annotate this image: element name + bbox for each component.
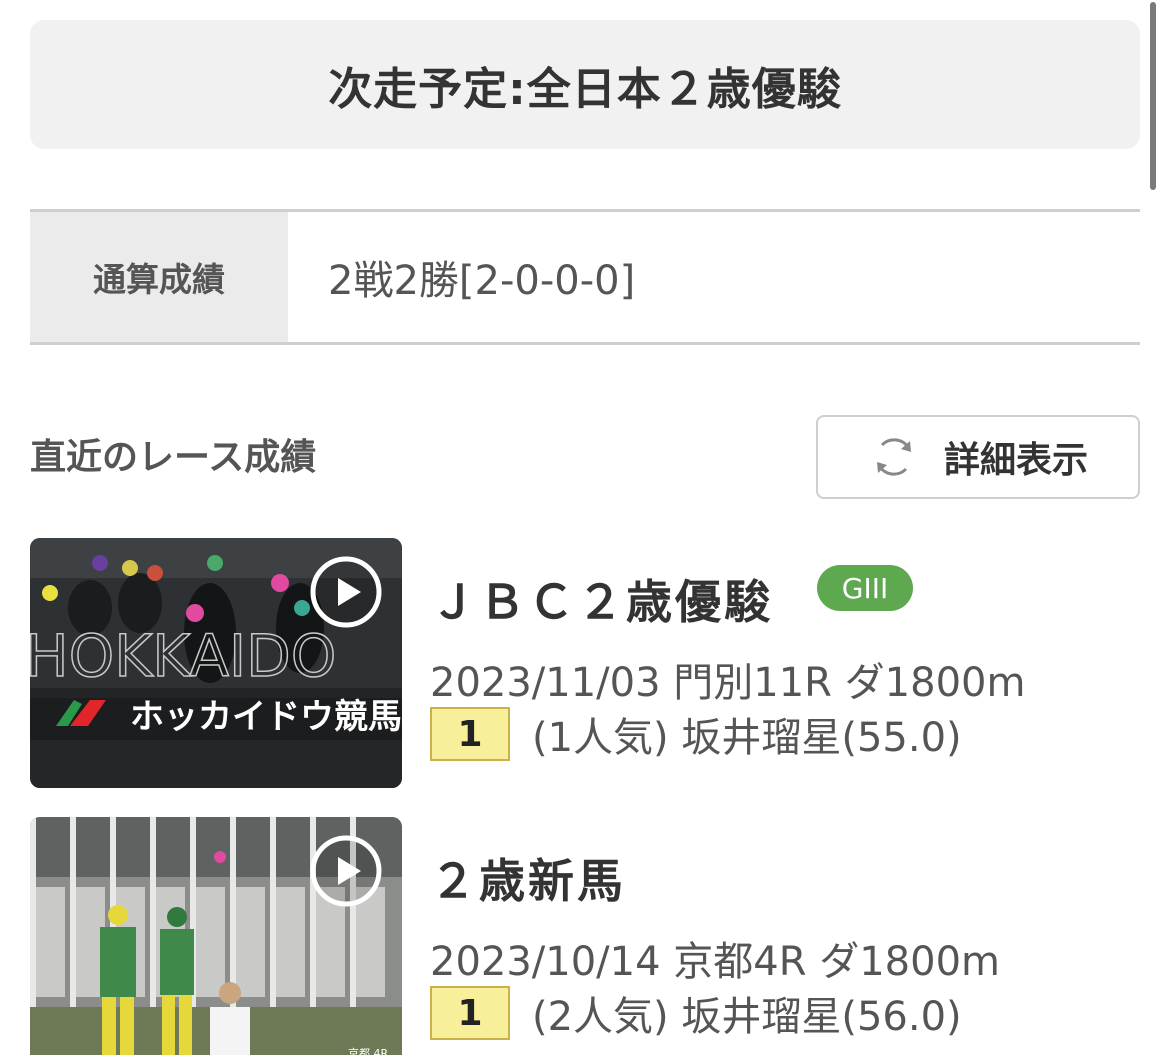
next-race-label: 次走予定:全日本２歳優駿 [328, 63, 842, 115]
race-result-text: (2人気) 坂井瑠星(56.0) [532, 994, 962, 1040]
play-icon[interactable] [308, 833, 384, 909]
race-result-text: (1人気) 坂井瑠星(55.0) [532, 715, 962, 761]
page: 次走予定:全日本２歳優駿 通算成績 2戦2勝[2-0-0-0] 直近のレース成績… [0, 0, 1170, 1055]
finish-rank-badge: 1 [430, 707, 510, 761]
race-video-thumbnail[interactable]: 京都 4R [30, 817, 402, 1055]
grade-badge: GIII [817, 565, 913, 611]
race-meta: 2023/11/03 門別11R ダ1800m [430, 660, 1026, 706]
detail-view-button-label: 詳細表示 [943, 440, 1088, 481]
next-race-banner: 次走予定:全日本２歳優駿 [30, 20, 1140, 149]
scrollbar-thumb[interactable] [1150, 2, 1156, 190]
race-video-thumbnail[interactable]: HOKKAIDO ホッカイドウ競馬 [30, 538, 402, 788]
scrollbar[interactable] [1150, 0, 1164, 1055]
career-stats-value: 2戦2勝[2-0-0-0] [328, 258, 636, 304]
race-result-row: 1 (2人気) 坂井瑠星(56.0) [430, 984, 962, 1042]
race-title-row: ２歳新馬 [430, 845, 626, 911]
race-meta: 2023/10/14 京都4R ダ1800m [430, 939, 1000, 985]
career-stats-row: 通算成績 2戦2勝[2-0-0-0] [30, 209, 1140, 345]
recent-results-title: 直近のレース成績 [30, 437, 317, 478]
detail-view-button[interactable]: 詳細表示 [816, 415, 1140, 499]
thumb-watermark-text: HOKKAIDO [30, 622, 336, 690]
race-name[interactable]: ＪＢＣ２歳優駿 [430, 566, 773, 632]
refresh-icon [876, 438, 911, 476]
career-stats-label: 通算成績 [30, 212, 288, 342]
thumb-overlay-text: 京都 4R [348, 1046, 388, 1055]
race-name[interactable]: ２歳新馬 [430, 845, 626, 911]
race-list-item[interactable]: 京都 4R ２歳新馬 2023/10/14 京都4R ダ1800m 1 (2人気… [30, 817, 1140, 1055]
thumb-overlay-text: ホッカイドウ競馬 [130, 697, 402, 737]
play-icon[interactable] [308, 554, 384, 630]
race-title-row: ＪＢＣ２歳優駿 GIII [430, 565, 913, 632]
race-list-item[interactable]: HOKKAIDO ホッカイドウ競馬 ＪＢＣ２歳優駿 GIII 2023/11/0… [30, 538, 1140, 788]
race-result-row: 1 (1人気) 坂井瑠星(55.0) [430, 705, 962, 763]
finish-rank-badge: 1 [430, 986, 510, 1040]
